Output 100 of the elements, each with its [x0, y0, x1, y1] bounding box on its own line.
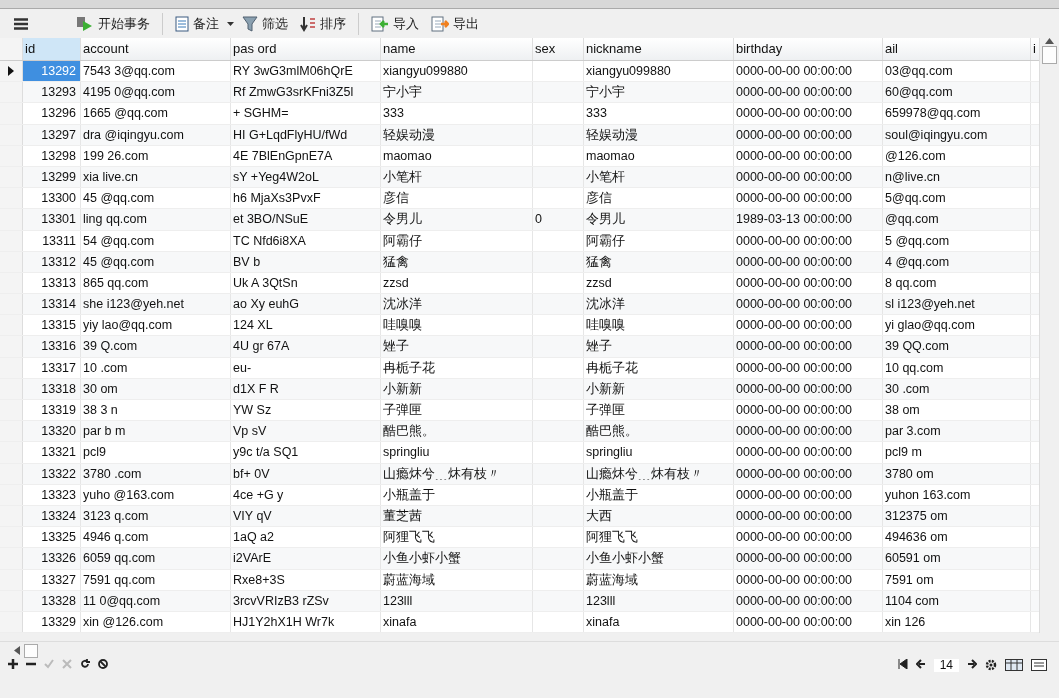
- table-cell: 山瘾炑兮﹍炑有枝〃: [584, 463, 734, 484]
- grid-view-icon[interactable]: [1005, 659, 1023, 672]
- scrollbar-thumb[interactable]: [1042, 46, 1057, 64]
- table-cell: 彦信: [584, 188, 734, 209]
- table-cell: 小新新: [584, 378, 734, 399]
- table-cell: 宁小宇: [584, 82, 734, 103]
- table-cell: sl i123@yeh.net: [883, 294, 1031, 315]
- table-cell: par 3.com: [883, 421, 1031, 442]
- table-cell: 4946 q.com: [81, 527, 231, 548]
- table-cell: 0000-00-00 00:00:00: [734, 61, 883, 82]
- first-page-icon[interactable]: [897, 659, 908, 670]
- table-cell: 30 .com: [883, 378, 1031, 399]
- table-cell: 0000-00-00 00:00:00: [734, 611, 883, 633]
- table-cell: 7543 3@qq.com: [81, 61, 231, 82]
- table-cell: 3rcvVRIzB3 rZSv: [231, 590, 381, 611]
- toolbar-button[interactable]: 备注: [171, 12, 223, 35]
- next-page-icon[interactable]: [967, 659, 977, 670]
- refresh-icon[interactable]: [80, 659, 90, 670]
- menu-icon[interactable]: [14, 17, 28, 30]
- table-cell: 小瓶盖于: [381, 484, 533, 505]
- table-cell: 38 3 n: [81, 400, 231, 421]
- table-cell: 0000-00-00 00:00:00: [734, 400, 883, 421]
- table-cell: 0000-00-00 00:00:00: [734, 569, 883, 590]
- table-cell: bf+ 0V: [231, 463, 381, 484]
- toolbar-button[interactable]: 筛选: [238, 12, 292, 35]
- toolbar-button[interactable]: 排序: [296, 12, 350, 35]
- table-cell: 0000-00-00 00:00:00: [734, 463, 883, 484]
- table-cell: zzsd: [381, 272, 533, 294]
- plus-icon[interactable]: [8, 659, 18, 670]
- table-cell: + SGHM=: [231, 103, 381, 124]
- table-cell: 3123 q.com: [81, 505, 231, 527]
- table-cell: HJ1Y2hX1H Wr7k: [231, 611, 381, 633]
- check-icon[interactable]: [44, 659, 54, 670]
- table-cell: @qq.com: [883, 209, 1031, 230]
- table-arrow-icon: [431, 15, 449, 32]
- table-cell: xinafa: [584, 611, 734, 633]
- table-cell: 13322: [23, 463, 81, 484]
- column-header[interactable]: pas ord: [231, 38, 381, 60]
- table-cell: HI G+LqdFlyHU/fWd: [231, 124, 381, 145]
- table-cell: 13316: [23, 336, 81, 357]
- table-cell: 11 0@qq.com: [81, 590, 231, 611]
- table-cell: 124 XL: [231, 315, 381, 336]
- table-cell: 199 26.com: [81, 145, 231, 166]
- table-cell: zzsd: [584, 272, 734, 294]
- table-cell: 酷巴熊。: [584, 421, 734, 442]
- column-header[interactable]: ail: [883, 38, 1031, 60]
- table-cell: 7591 qq.com: [81, 569, 231, 590]
- table-cell: 10 qq.com: [883, 357, 1031, 378]
- table-cell: 13296: [23, 103, 81, 124]
- scroll-left-icon[interactable]: [14, 646, 20, 656]
- gear-icon[interactable]: [985, 659, 997, 672]
- table-cell: 0000-00-00 00:00:00: [734, 336, 883, 357]
- close-icon[interactable]: [62, 659, 72, 670]
- table-cell: sY +Yeg4W2oL: [231, 166, 381, 188]
- table-cell: 13317: [23, 357, 81, 378]
- table-cell: 阿狸飞飞: [584, 527, 734, 548]
- document-icon: [175, 15, 189, 32]
- table-cell: 13314: [23, 294, 81, 315]
- toolbar-button[interactable]: 开始事务: [72, 12, 154, 35]
- column-header[interactable]: account: [81, 38, 231, 60]
- toolbar-button[interactable]: 导出: [427, 12, 483, 35]
- toolbar-button[interactable]: 导入: [367, 12, 423, 35]
- column-header[interactable]: nickname: [584, 38, 734, 60]
- table-cell: springliu: [584, 442, 734, 463]
- table-cell: 蔚蓝海域: [584, 569, 734, 590]
- previous-page-icon[interactable]: [915, 659, 926, 670]
- table-cell: yuhon 163.com: [883, 484, 1031, 505]
- table-cell: 13301: [23, 209, 81, 230]
- table-cell: 123lll: [381, 590, 533, 611]
- table-cell: 13318: [23, 378, 81, 399]
- table-cell: 哇嗅嗅: [381, 315, 533, 336]
- caret-icon[interactable]: [227, 21, 234, 26]
- table-cell: 0000-00-00 00:00:00: [734, 103, 883, 124]
- stop-icon[interactable]: [98, 659, 108, 670]
- table-cell: 阿霸仔: [584, 230, 734, 251]
- table-cell: 冉栀子花: [584, 357, 734, 378]
- table-cell: 659978@qq.com: [883, 103, 1031, 124]
- table-cell: 冉栀子花: [381, 357, 533, 378]
- table-cell: 45 @qq.com: [81, 251, 231, 272]
- column-header[interactable]: id: [23, 38, 81, 60]
- table-cell: 0000-00-00 00:00:00: [734, 315, 883, 336]
- table-cell: 0000-00-00 00:00:00: [734, 294, 883, 315]
- table-cell: 13297: [23, 124, 81, 145]
- table-cell: ling qq.com: [81, 209, 231, 230]
- column-header[interactable]: birthday: [734, 38, 883, 60]
- column-header[interactable]: name: [381, 38, 533, 60]
- table-cell: yi glao@qq.com: [883, 315, 1031, 336]
- table-cell: 5@qq.com: [883, 188, 1031, 209]
- table-cell: soul@iqingyu.com: [883, 124, 1031, 145]
- scrollbar-thumb[interactable]: [24, 643, 38, 658]
- table-cell: 子弹匣: [381, 400, 533, 421]
- row-header[interactable]: [0, 61, 23, 82]
- table-cell: 子弹匣: [584, 400, 734, 421]
- page-number[interactable]: 14: [933, 659, 959, 673]
- table-cell: TC Nfd6i8XA: [231, 230, 381, 251]
- table-cell: 小瓶盖于: [584, 484, 734, 505]
- table-cell: 13298: [23, 145, 81, 166]
- table-cell: 3780 om: [883, 463, 1031, 484]
- column-header[interactable]: sex: [533, 38, 584, 60]
- form-view-icon[interactable]: [1031, 659, 1047, 672]
